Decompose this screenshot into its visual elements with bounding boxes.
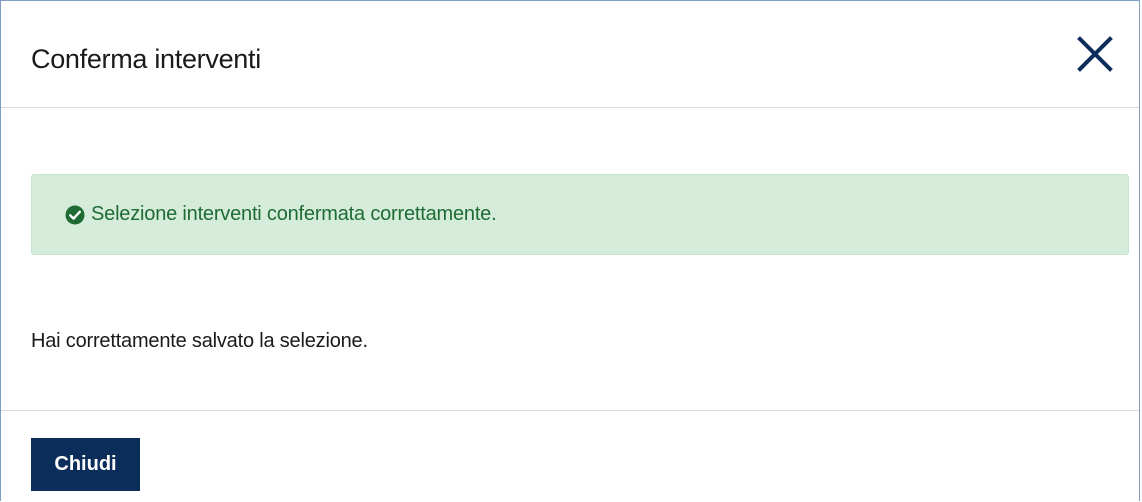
close-icon bbox=[1077, 36, 1113, 72]
close-button[interactable] bbox=[1075, 34, 1115, 74]
close-dialog-button[interactable]: Chiudi bbox=[31, 438, 140, 491]
dialog-title: Conferma interventi bbox=[31, 44, 261, 74]
success-alert: Selezione interventi confermata corretta… bbox=[31, 174, 1129, 255]
dialog-footer: Chiudi bbox=[1, 410, 1139, 502]
alert-message: Selezione interventi confermata corretta… bbox=[91, 203, 497, 225]
check-circle-icon bbox=[65, 205, 85, 225]
dialog-header: Conferma interventi bbox=[1, 1, 1139, 108]
confirm-dialog: Conferma interventi Selezione interventi… bbox=[0, 0, 1140, 501]
dialog-body-text: Hai correttamente salvato la selezione. bbox=[31, 330, 368, 352]
